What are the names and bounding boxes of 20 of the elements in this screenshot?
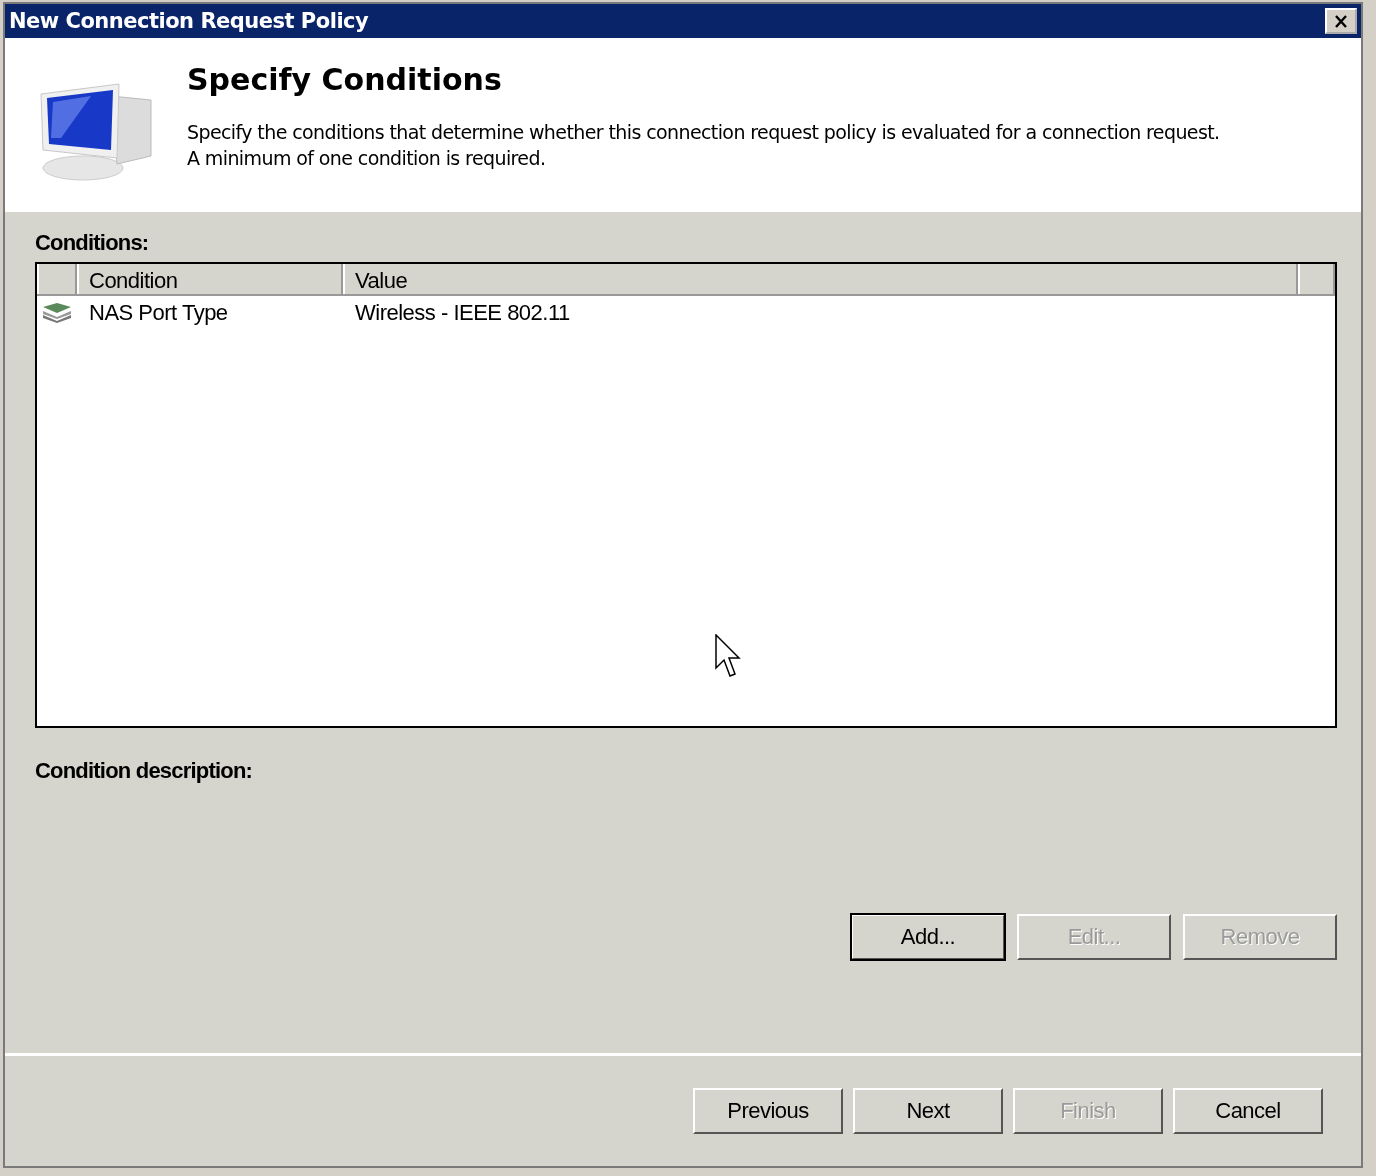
mouse-pointer-icon (715, 634, 741, 678)
page-description: Specify the conditions that determine whether this connection request policy is evaluated for a connection request. A minimum of one condition is required. (187, 120, 1220, 171)
network-device-icon (41, 303, 73, 323)
close-icon (1334, 14, 1348, 28)
window-title: New Connection Request Policy (9, 9, 369, 33)
table-cell-text: NAS Port Type (88, 300, 229, 326)
condition-row[interactable]: NAS Port Type Wireless - IEEE 802.11 (37, 296, 1335, 330)
page-heading: Specify Conditions (187, 62, 503, 97)
wizard-button[interactable]: Cancel (1173, 1088, 1323, 1134)
column-header[interactable]: Value (343, 264, 1298, 294)
condition-description-label: Condition description: (35, 758, 254, 784)
column-header[interactable]: Condition (77, 264, 343, 294)
column-header[interactable] (1298, 264, 1335, 294)
condition-button[interactable]: Add... (851, 914, 1005, 960)
wizard-button[interactable]: Previous (693, 1088, 843, 1134)
column-header[interactable] (37, 264, 77, 294)
conditions-label: Conditions: (35, 230, 150, 256)
wizard-button[interactable]: Next (853, 1088, 1003, 1134)
table-cell-text: Wireless - IEEE 802.11 (354, 300, 571, 326)
close-button[interactable] (1325, 8, 1357, 34)
